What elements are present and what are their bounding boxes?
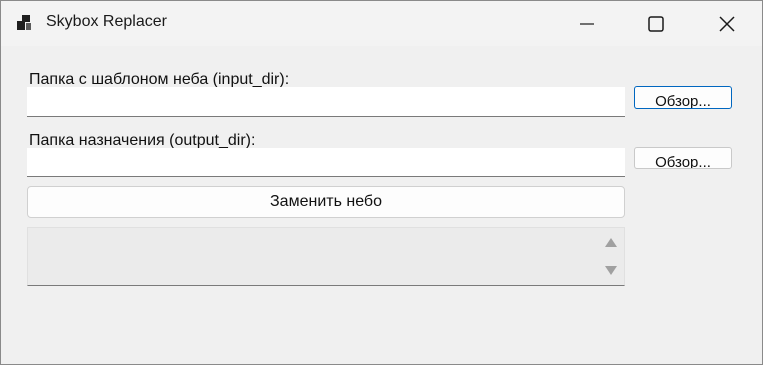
scroll-down-icon (605, 265, 617, 275)
scroll-down-button[interactable] (601, 263, 621, 277)
scroll-up-button[interactable] (601, 235, 621, 249)
window-title: Skybox Replacer (46, 13, 167, 30)
close-button[interactable] (704, 1, 750, 46)
app-icon (15, 14, 35, 32)
input-browse-button[interactable]: Обзор... (634, 86, 732, 109)
input-dir-field[interactable] (27, 87, 625, 117)
maximize-icon (648, 15, 664, 32)
minimize-button[interactable] (564, 1, 610, 46)
title-bar[interactable]: Skybox Replacer (1, 1, 762, 46)
replace-sky-button[interactable]: Заменить небо (27, 186, 625, 218)
maximize-button[interactable] (633, 1, 679, 46)
output-browse-button[interactable]: Обзор... (634, 147, 732, 169)
app-window: Skybox Replacer Папка с шаблоном неба (i… (0, 0, 763, 365)
close-icon (719, 15, 735, 32)
scroll-up-icon (605, 237, 617, 247)
output-dir-field[interactable] (27, 148, 625, 177)
minimize-icon (580, 22, 594, 25)
log-textarea[interactable] (27, 227, 625, 286)
